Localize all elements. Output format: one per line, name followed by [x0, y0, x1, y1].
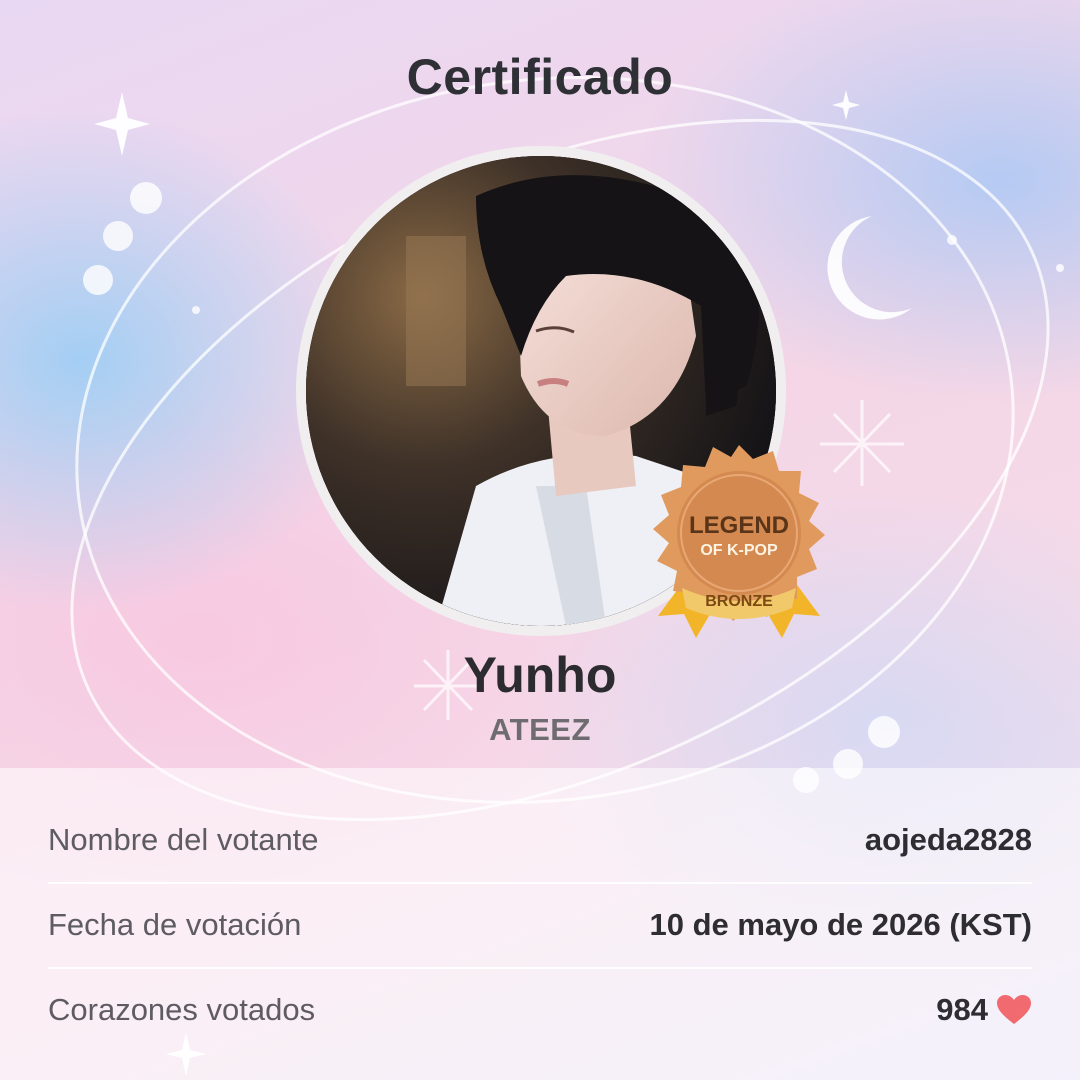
- hearts-voted-row: Corazones votados 984: [48, 968, 1032, 1052]
- detail-label: Corazones votados: [48, 992, 316, 1027]
- detail-label: Fecha de votación: [48, 907, 302, 942]
- detail-label: Nombre del votante: [48, 822, 319, 857]
- idol-group: ATEEZ: [489, 712, 591, 747]
- moon-icon: [827, 216, 912, 320]
- page-title: Certificado: [406, 49, 674, 105]
- details-panel: Nombre del votante aojeda2828 Fecha de v…: [0, 768, 1080, 1080]
- detail-value: 10 de mayo de 2026 (KST): [649, 907, 1033, 942]
- heart-icon: [997, 995, 1031, 1024]
- detail-value: aojeda2828: [864, 822, 1032, 857]
- badge-text: LEGEND OF K-POP: [644, 512, 834, 562]
- badge-line2: OF K-POP: [700, 542, 778, 559]
- badge-line1: LEGEND: [688, 512, 789, 539]
- idol-name: Yunho: [463, 647, 617, 703]
- voter-name-row: Nombre del votante aojeda2828: [48, 798, 1032, 882]
- badge-tier: BRONZE: [705, 593, 773, 610]
- detail-value: 984: [936, 992, 1032, 1028]
- vote-date-row: Fecha de votación 10 de mayo de 2026 (KS…: [48, 883, 1032, 967]
- hearts-count: 984: [936, 992, 988, 1027]
